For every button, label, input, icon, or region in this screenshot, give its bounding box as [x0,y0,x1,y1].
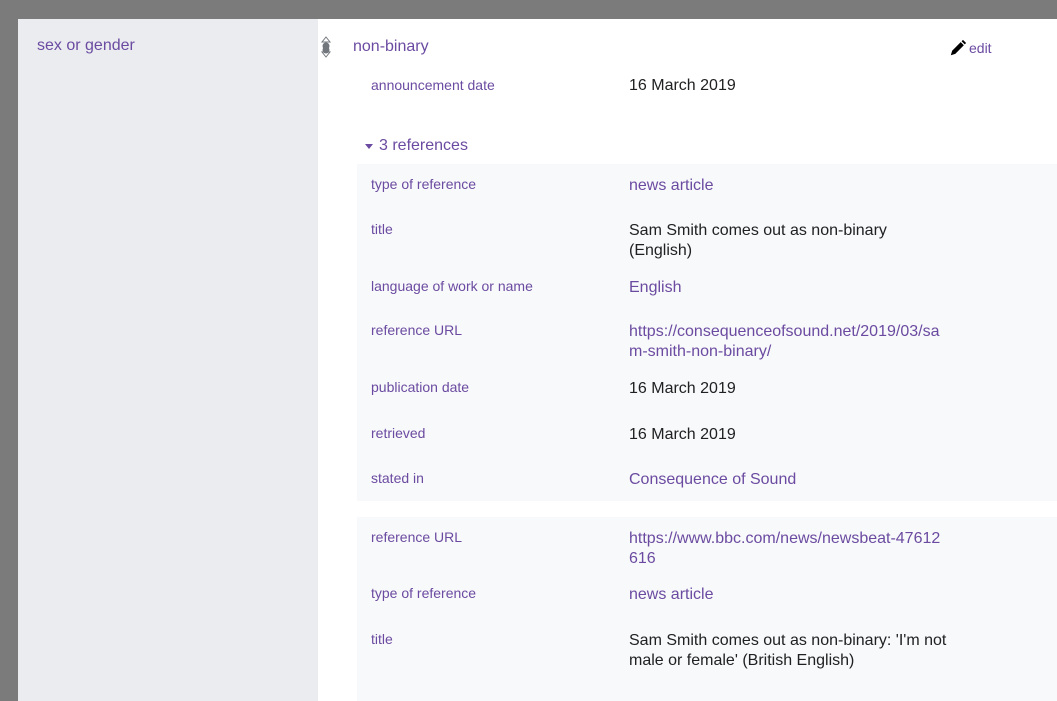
qualifier-row: announcement date 16 March 2019 [371,77,1051,107]
reference-value: 16 March 2019 [629,380,736,397]
reference-block: reference URL https://www.bbc.com/news/n… [357,517,1057,701]
references-toggle-label: 3 references [379,137,468,154]
property-label[interactable]: sex or gender [37,37,135,55]
reference-key[interactable]: reference URL [371,322,462,338]
reference-key[interactable]: publication date [371,379,469,395]
reference-key[interactable]: type of reference [371,176,476,192]
reference-value[interactable]: news article [629,585,949,605]
reference-key[interactable]: reference URL [371,529,462,545]
property-column: sex or gender [18,19,318,701]
reference-value: Sam Smith comes out as non-binary (Engli… [629,222,887,259]
reference-key[interactable]: language of work or name [371,278,533,294]
reference-value: 16 March 2019 [629,426,736,443]
reference-value: Sam Smith comes out as non-binary: 'I'm … [629,632,947,669]
reference-key[interactable]: title [371,631,393,647]
statement-group: sex or gender non-binary edit announceme… [18,19,1057,701]
triangle-down-icon [365,144,373,149]
reference-key[interactable]: type of reference [371,585,476,601]
reference-key[interactable]: stated in [371,470,424,486]
reference-key[interactable]: title [371,221,393,237]
reference-value[interactable]: https://www.bbc.com/news/newsbeat-476126… [629,529,949,569]
qualifier-key[interactable]: announcement date [371,77,495,93]
reference-value[interactable]: news article [629,176,949,196]
edit-label: edit [969,40,992,56]
reference-value[interactable]: Consequence of Sound [629,470,949,490]
rank-selector-icon[interactable] [320,36,332,58]
reference-key[interactable]: retrieved [371,425,425,441]
reference-value[interactable]: https://consequenceofsound.net/2019/03/s… [629,322,949,362]
statement-value[interactable]: non-binary [353,38,429,56]
reference-value[interactable]: English [629,278,949,298]
reference-block: type of reference news article title Sam… [357,164,1057,501]
pencil-icon [950,39,967,56]
edit-button[interactable]: edit [949,39,992,57]
references-toggle[interactable]: 3 references [365,137,468,155]
qualifier-value: 16 March 2019 [629,77,736,94]
